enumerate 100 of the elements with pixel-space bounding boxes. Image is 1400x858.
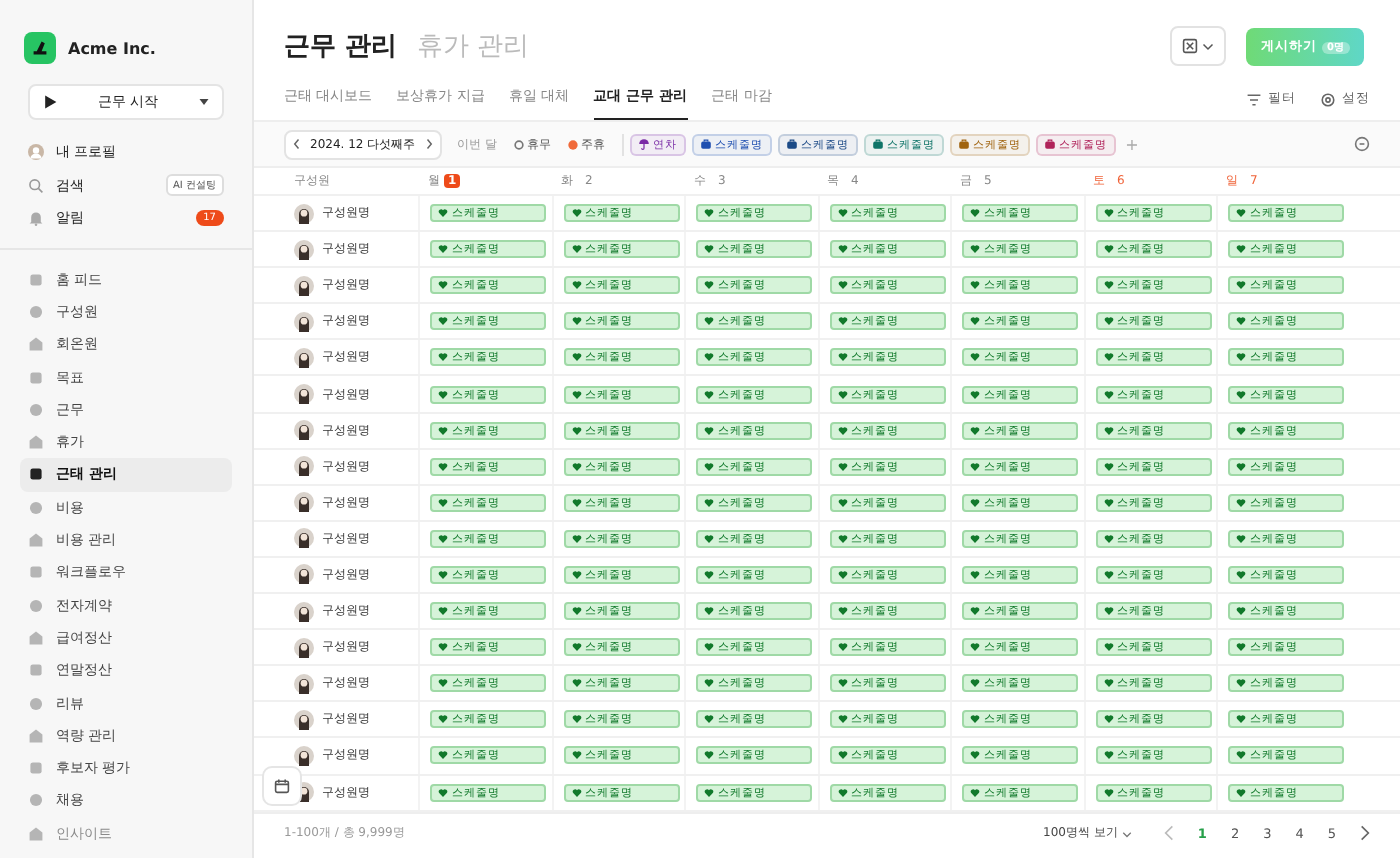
heart-icon xyxy=(1236,678,1246,689)
heart-icon xyxy=(1236,533,1246,544)
heart-icon xyxy=(1103,714,1113,725)
heart-icon xyxy=(837,533,847,544)
caret-icon xyxy=(198,96,210,108)
avatar-icon xyxy=(294,564,314,585)
heart-icon xyxy=(970,208,980,219)
heart-icon xyxy=(1103,280,1113,291)
chevron-right-icon xyxy=(423,138,434,150)
heart-icon xyxy=(837,497,847,508)
heart-icon xyxy=(1103,461,1113,472)
heart-icon xyxy=(438,569,448,580)
heart-icon xyxy=(571,787,581,798)
heart-icon xyxy=(571,642,581,653)
briefcase-icon xyxy=(957,138,970,150)
avatar-icon xyxy=(294,637,314,658)
avatar-icon xyxy=(294,601,314,622)
briefcase-icon xyxy=(699,138,712,150)
heart-icon xyxy=(704,316,714,327)
heart-icon xyxy=(704,208,714,219)
heart-icon xyxy=(1103,352,1113,363)
briefcase-icon xyxy=(1043,138,1056,150)
heart-icon xyxy=(438,714,448,725)
heart-icon xyxy=(837,352,847,363)
caret-icon xyxy=(1121,827,1132,840)
heart-icon xyxy=(571,750,581,761)
avatar-icon xyxy=(294,528,314,549)
settings-icon xyxy=(1320,91,1336,107)
heart-icon xyxy=(571,316,581,327)
heart-icon xyxy=(1236,352,1246,363)
heart-icon xyxy=(970,461,980,472)
heart-icon xyxy=(704,678,714,689)
heart-icon xyxy=(970,606,980,617)
heart-icon xyxy=(837,244,847,255)
heart-icon xyxy=(1103,787,1113,798)
heart-icon xyxy=(1103,606,1113,617)
heart-icon xyxy=(571,244,581,255)
heart-icon xyxy=(970,750,980,761)
heart-icon xyxy=(571,208,581,219)
avatar-icon xyxy=(28,144,44,161)
avatar-icon xyxy=(294,673,314,694)
heart-icon xyxy=(571,389,581,400)
briefcase-icon xyxy=(871,138,884,150)
calendar-button[interactable] xyxy=(262,766,302,806)
heart-icon xyxy=(571,425,581,436)
heart-icon xyxy=(1236,316,1246,327)
heart-icon xyxy=(704,714,714,725)
heart-icon xyxy=(1103,678,1113,689)
heart-icon xyxy=(438,389,448,400)
heart-icon xyxy=(571,352,581,363)
caret-icon xyxy=(1202,40,1215,52)
heart-icon xyxy=(1236,425,1246,436)
heart-icon xyxy=(571,461,581,472)
heart-icon xyxy=(438,750,448,761)
heart-icon xyxy=(1103,389,1113,400)
umbrella-icon xyxy=(637,138,650,150)
heart-icon xyxy=(1103,244,1113,255)
avatar-icon xyxy=(294,709,314,730)
heart-icon xyxy=(438,208,448,219)
avatar-icon xyxy=(294,384,314,405)
heart-icon xyxy=(970,389,980,400)
heart-icon xyxy=(438,352,448,363)
heart-icon xyxy=(1236,606,1246,617)
heart-icon xyxy=(438,533,448,544)
heart-icon xyxy=(1236,461,1246,472)
heart-icon xyxy=(704,569,714,580)
calendar-icon xyxy=(274,778,290,794)
heart-icon xyxy=(970,642,980,653)
heart-icon xyxy=(704,244,714,255)
dot-icon xyxy=(567,139,578,149)
heart-icon xyxy=(837,750,847,761)
heart-icon xyxy=(837,208,847,219)
heart-icon xyxy=(571,280,581,291)
heart-icon xyxy=(1236,244,1246,255)
heart-icon xyxy=(1103,208,1113,219)
heart-icon xyxy=(837,280,847,291)
heart-icon xyxy=(970,352,980,363)
heart-icon xyxy=(1236,497,1246,508)
avatar-icon xyxy=(294,492,314,513)
bell-icon xyxy=(28,210,44,227)
export-button[interactable] xyxy=(1170,26,1227,66)
heart-icon xyxy=(970,533,980,544)
heart-icon xyxy=(1236,642,1246,653)
chevron-right-icon[interactable] xyxy=(1360,824,1370,843)
heart-icon xyxy=(571,678,581,689)
heart-icon xyxy=(438,787,448,798)
page-title-tab[interactable]: 근무 관리 xyxy=(284,28,398,64)
heart-icon xyxy=(837,389,847,400)
heart-icon xyxy=(438,244,448,255)
chevron-left-icon xyxy=(292,138,302,150)
heart-icon xyxy=(1103,316,1113,327)
heart-icon xyxy=(970,787,980,798)
heart-icon xyxy=(970,497,980,508)
filter-icon xyxy=(1246,91,1262,107)
play-icon xyxy=(42,94,58,110)
heart-icon xyxy=(837,714,847,725)
heart-icon xyxy=(970,316,980,327)
avatar-icon xyxy=(294,203,314,224)
heart-icon xyxy=(1103,569,1113,580)
heart-icon xyxy=(837,461,847,472)
